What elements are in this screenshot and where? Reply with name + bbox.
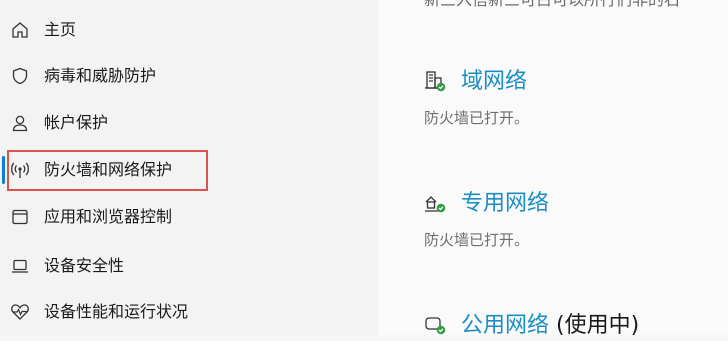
network-title: 专用网络 <box>461 191 550 216</box>
sidebar-item-label: 设备安全性 <box>44 256 125 275</box>
sidebar-item-label: 病毒和威胁防护 <box>44 66 157 85</box>
browser-window-icon <box>10 207 30 227</box>
sidebar-item-account-protection[interactable]: 帐户保护 <box>0 103 378 143</box>
sidebar-item-home[interactable]: 主页 <box>0 10 378 50</box>
private-network-link[interactable]: 专用网络 <box>461 190 549 218</box>
sidebar-item-app-browser-control[interactable]: 应用和浏览器控制 <box>0 197 378 237</box>
domain-network-link[interactable]: 域网络 <box>461 68 527 96</box>
heart-pulse-icon <box>10 302 30 322</box>
private-network-icon <box>424 193 446 215</box>
public-network-link[interactable]: 公用网络 (使用中) <box>461 312 639 340</box>
network-title: 域网络 <box>461 69 528 94</box>
domain-network-status: 防火墙已打开。 <box>424 109 530 127</box>
sidebar-item-device-security[interactable]: 设备安全性 <box>0 246 378 286</box>
home-icon <box>10 20 30 40</box>
sidebar-item-device-performance[interactable]: 设备性能和运行状况 <box>0 292 378 332</box>
private-network-status: 防火墙已打开。 <box>424 231 530 249</box>
sidebar-item-label: 帐户保护 <box>44 113 109 132</box>
person-icon <box>10 113 30 133</box>
description-text: 新三入信新三可占可以所行们非的石 <box>424 0 680 10</box>
main-content <box>378 0 728 335</box>
network-title: 公用网络 <box>461 313 550 338</box>
highlight-annotation-box <box>7 150 208 191</box>
public-network-icon <box>424 315 446 337</box>
in-use-label: (使用中) <box>549 313 640 338</box>
sidebar-item-label: 应用和浏览器控制 <box>44 207 173 226</box>
sidebar: 主页 病毒和威胁防护 帐户保护 防火墙和网络保护 应用和浏览器控制 设备安全性 <box>0 0 378 335</box>
sidebar-item-label: 设备性能和运行状况 <box>44 302 189 321</box>
shield-icon <box>10 66 30 86</box>
laptop-icon <box>10 256 30 276</box>
sidebar-item-label: 主页 <box>44 20 77 39</box>
domain-network-icon <box>424 70 446 92</box>
sidebar-item-virus-protection[interactable]: 病毒和威胁防护 <box>0 56 378 96</box>
